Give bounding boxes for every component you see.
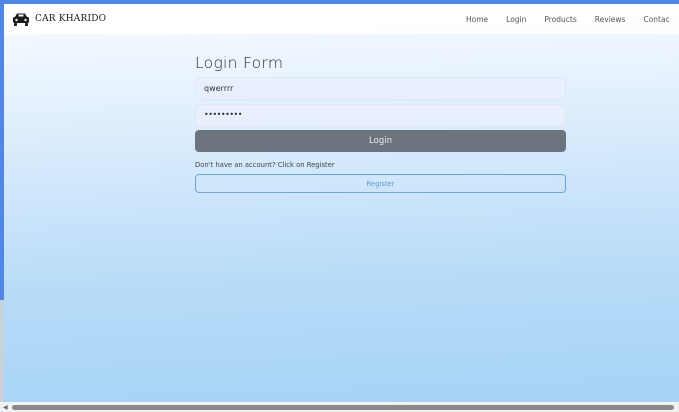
scrollbar-thumb[interactable] (12, 405, 674, 410)
password-input[interactable]: ••••••••• (195, 104, 566, 127)
nav-link-contact[interactable]: Contac (643, 15, 669, 24)
brand-name: CAR KHARIDO (35, 14, 107, 24)
register-hint: Don't have an account? Click on Register (195, 161, 335, 169)
nav-link-home[interactable]: Home (466, 15, 488, 24)
nav-link-login[interactable]: Login (506, 15, 526, 24)
form-title: Login Form (195, 54, 284, 72)
car-icon (13, 13, 29, 26)
nav-link-reviews[interactable]: Reviews (595, 15, 626, 24)
scroll-left-arrow-icon[interactable]: ◀ (3, 404, 8, 411)
page-viewport: CAR KHARIDO Home Login Products Reviews … (4, 4, 679, 402)
nav-links: Home Login Products Reviews Contac (466, 4, 679, 34)
login-form: Login Form qwerrrr ••••••••• Login Don't… (195, 54, 566, 193)
brand[interactable]: CAR KHARIDO (12, 12, 106, 26)
register-button[interactable]: Register (195, 174, 566, 193)
username-input[interactable]: qwerrrr (195, 77, 566, 100)
navbar: CAR KHARIDO Home Login Products Reviews … (4, 4, 679, 34)
nav-link-products[interactable]: Products (544, 15, 576, 24)
horizontal-scrollbar[interactable]: ◀ (0, 402, 679, 412)
login-button[interactable]: Login (195, 130, 566, 152)
